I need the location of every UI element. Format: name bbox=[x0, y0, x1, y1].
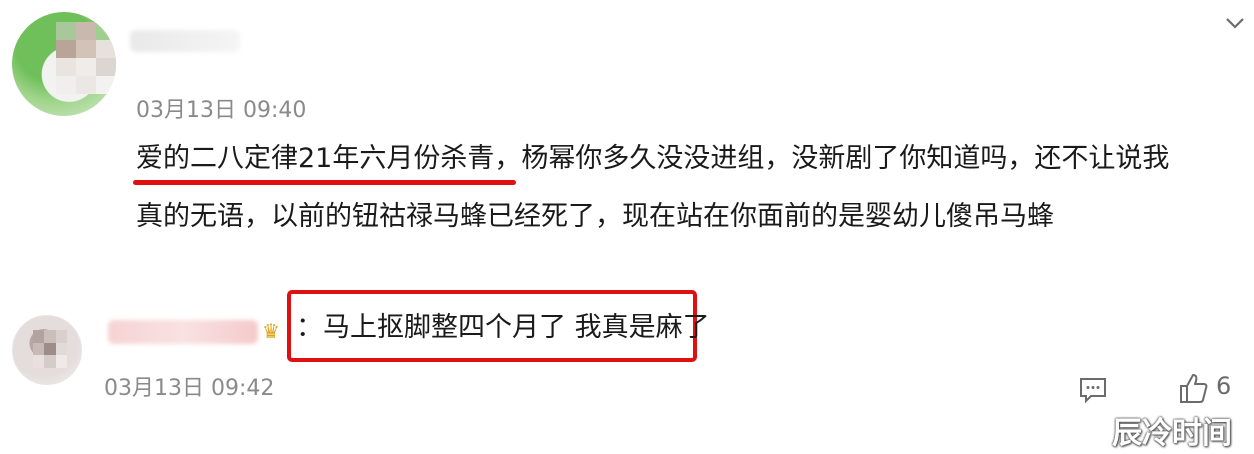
avatar[interactable] bbox=[12, 12, 116, 116]
comment-underlined-text: 爱的二八定律21年六月份杀青 bbox=[136, 143, 495, 174]
avatar-mosaic bbox=[56, 22, 116, 94]
chevron-down-icon[interactable] bbox=[1224, 12, 1246, 34]
username-blurred[interactable] bbox=[130, 30, 240, 52]
crown-icon: ♛ bbox=[262, 319, 280, 343]
like-count: 6 bbox=[1216, 372, 1232, 400]
comment-icon[interactable] bbox=[1078, 376, 1108, 404]
watermark: 辰冷时间 bbox=[1112, 416, 1232, 451]
red-underline-annotation bbox=[133, 180, 516, 185]
reply-username-blurred[interactable] bbox=[108, 320, 258, 344]
comment-text-rest: ，杨幂你多久没没进组，没新剧了你知道吗，还不让说我 bbox=[494, 143, 1170, 174]
avatar-mosaic bbox=[33, 330, 67, 368]
reply-timestamp: 03月13日 09:42 bbox=[104, 376, 275, 401]
comment-text-line2: 真的无语，以前的钮祜禄马蜂已经死了，现在站在你面前的是婴幼儿傻吊马蜂 bbox=[136, 201, 1054, 232]
thumbs-up-icon[interactable] bbox=[1178, 372, 1208, 404]
comment-timestamp: 03月13日 09:40 bbox=[136, 98, 307, 123]
reply-avatar[interactable] bbox=[12, 315, 82, 385]
reply-text: ：马上抠脚整四个月了 我真是麻了 bbox=[296, 312, 710, 343]
